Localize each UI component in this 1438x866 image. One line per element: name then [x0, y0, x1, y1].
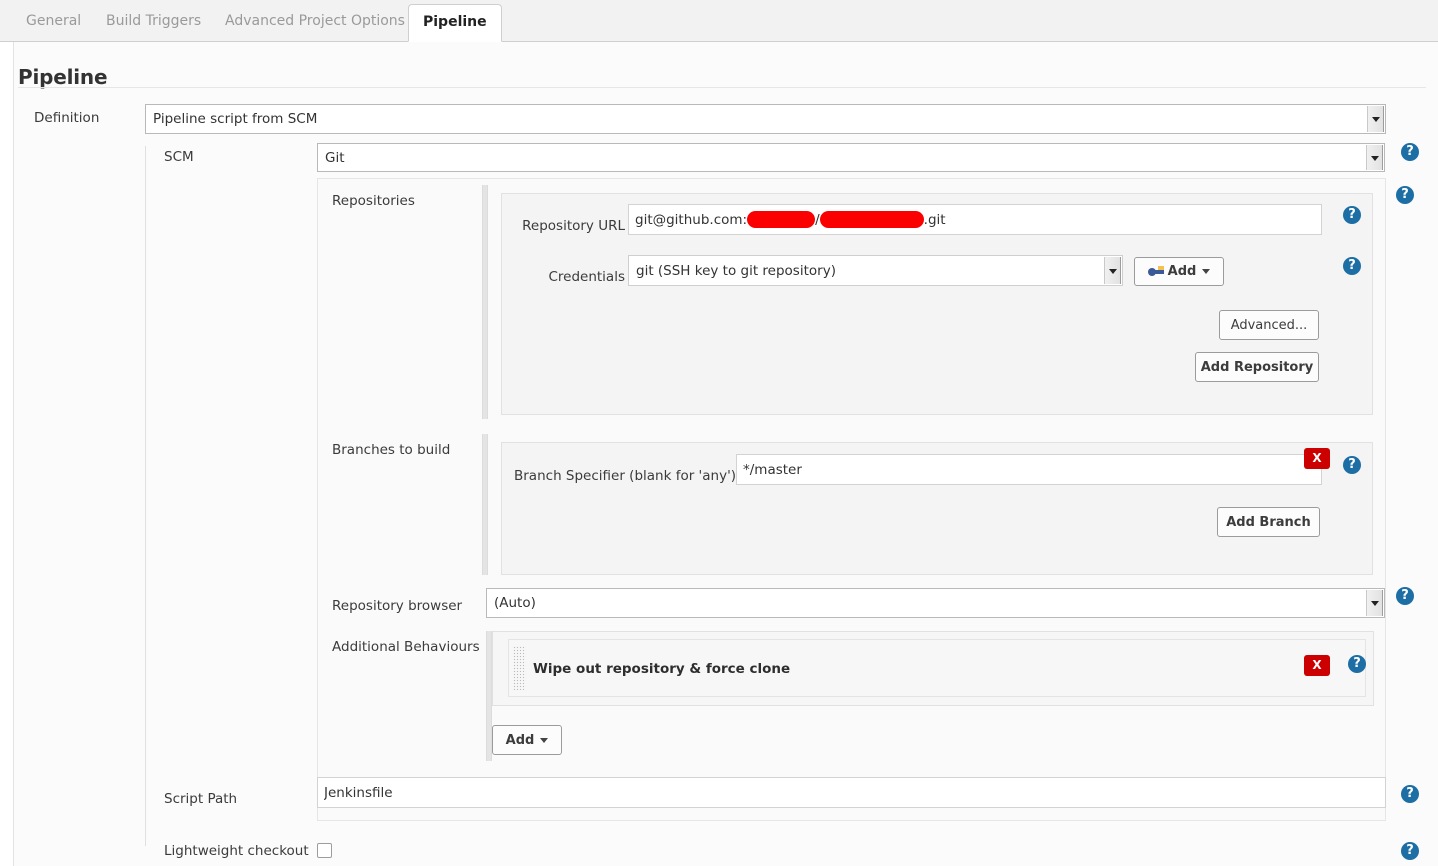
add-branch-label: Add Branch: [1226, 514, 1311, 530]
repository-browser-label: Repository browser: [332, 598, 463, 614]
behaviour-help-icon[interactable]: ?: [1348, 655, 1366, 673]
repository-url-input[interactable]: [628, 204, 1322, 235]
scm-select-value: Git: [325, 149, 345, 166]
definition-select-value: Pipeline script from SCM: [153, 111, 318, 127]
repository-browser-value: (Auto): [494, 595, 536, 611]
add-repository-label: Add Repository: [1200, 359, 1314, 375]
definition-select[interactable]: Pipeline script from SCM: [145, 104, 1386, 134]
behaviour-title: Wipe out repository & force clone: [533, 661, 791, 677]
scm-label: SCM: [164, 149, 194, 165]
script-path-input[interactable]: [317, 777, 1386, 808]
chevron-down-icon: [1366, 590, 1383, 616]
git-help-icon[interactable]: ?: [1396, 186, 1414, 204]
drag-handle-icon[interactable]: [513, 646, 526, 690]
repositories-divider: [482, 185, 488, 419]
tab-label: Pipeline: [423, 14, 487, 30]
tab-label: Advanced Project Options: [225, 13, 405, 29]
delete-branch-button[interactable]: X: [1304, 448, 1330, 469]
repository-url-help-icon[interactable]: ?: [1343, 206, 1361, 224]
additional-behaviours-label: Additional Behaviours: [332, 639, 480, 655]
repository-browser-help-icon[interactable]: ?: [1396, 587, 1414, 605]
credentials-help-icon[interactable]: ?: [1343, 257, 1361, 275]
tab-build-triggers[interactable]: Build Triggers: [92, 4, 215, 42]
repository-url-label: Repository URL: [522, 218, 625, 234]
add-credentials-label: Add: [1167, 264, 1197, 279]
add-credentials-button[interactable]: Add: [1134, 257, 1224, 286]
advanced-button[interactable]: Advanced...: [1219, 310, 1319, 340]
add-branch-button[interactable]: Add Branch: [1217, 507, 1320, 537]
credentials-select-value: git (SSH key to git repository): [636, 262, 836, 279]
caret-down-icon: [1202, 269, 1211, 274]
delete-behaviour-button[interactable]: X: [1304, 655, 1330, 676]
script-path-help-icon[interactable]: ?: [1401, 785, 1419, 803]
tab-pipeline[interactable]: Pipeline: [408, 4, 502, 42]
chevron-down-icon: [1367, 106, 1384, 132]
branch-specifier-help-icon[interactable]: ?: [1343, 456, 1361, 474]
branch-specifier-label: Branch Specifier (blank for 'any'): [514, 468, 737, 484]
caret-down-icon: [540, 737, 549, 743]
script-path-label: Script Path: [164, 791, 238, 807]
key-icon: [1147, 265, 1166, 278]
tab-label: Build Triggers: [106, 13, 202, 29]
scm-help-icon[interactable]: ?: [1401, 143, 1419, 161]
lightweight-checkout-help-icon[interactable]: ?: [1401, 842, 1419, 860]
chevron-down-icon: [1104, 257, 1121, 284]
lightweight-checkout-checkbox[interactable]: [317, 843, 332, 858]
lightweight-checkout-label: Lightweight checkout: [164, 843, 309, 859]
credentials-select[interactable]: git (SSH key to git repository): [628, 255, 1123, 286]
page-title: Pipeline: [18, 65, 108, 90]
branch-specifier-input[interactable]: [736, 454, 1322, 485]
tab-bar: General Build Triggers Advanced Project …: [0, 0, 1438, 42]
tab-general[interactable]: General: [12, 4, 95, 42]
repositories-label: Repositories: [332, 193, 415, 209]
add-behaviour-button[interactable]: Add: [492, 725, 562, 755]
pipeline-config-page: Pipeline Definition Pipeline script from…: [13, 42, 1438, 866]
credentials-label: Credentials: [548, 269, 625, 285]
branches-divider: [482, 434, 488, 575]
title-divider: [18, 87, 1426, 88]
tab-advanced-project-options[interactable]: Advanced Project Options: [211, 4, 419, 42]
repository-browser-select[interactable]: (Auto): [486, 588, 1385, 618]
tab-label: General: [26, 13, 82, 29]
chevron-down-icon: [1366, 145, 1383, 170]
branches-to-build-label: Branches to build: [332, 442, 451, 458]
add-behaviour-label: Add: [505, 732, 535, 748]
add-repository-button[interactable]: Add Repository: [1195, 352, 1319, 382]
definition-label: Definition: [34, 110, 100, 126]
advanced-label: Advanced...: [1230, 317, 1308, 333]
scm-select[interactable]: Git: [317, 143, 1385, 172]
